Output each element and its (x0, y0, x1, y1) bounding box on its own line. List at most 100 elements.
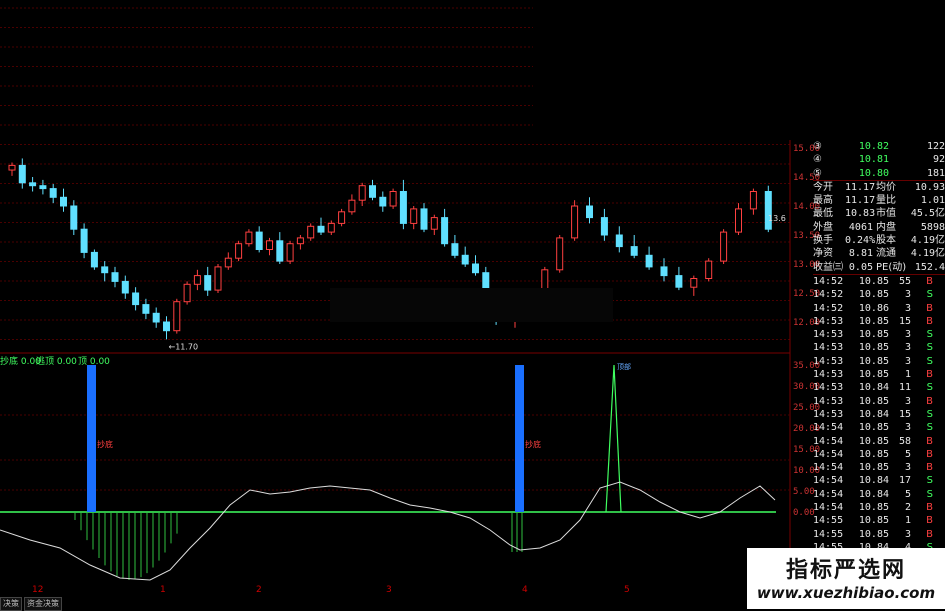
trade-flag (933, 368, 945, 381)
candle-body (163, 321, 170, 332)
trade-row: 14:53 10.85 3 S (813, 341, 945, 354)
trade-volume: 3 (904, 395, 911, 407)
candle-body (749, 191, 757, 210)
trade-flag (933, 461, 945, 474)
trade-side: B (926, 462, 933, 474)
trade-time: 14:54 (813, 435, 844, 447)
candle-body (735, 208, 742, 233)
trade-flag (933, 355, 945, 368)
trade-time: 14:54 (813, 475, 844, 487)
trade-row: 14:54 10.84 17 S (813, 474, 945, 487)
trade-row: 14:54 10.85 3 S (813, 421, 945, 434)
signal-bar (87, 365, 96, 512)
quote-key: 流通 (876, 248, 896, 260)
trade-time: 14:54 (813, 488, 844, 500)
trade-price: 10.85 (858, 395, 889, 407)
candle-body (60, 196, 67, 207)
quote-key: PE(动) (876, 261, 907, 273)
candle-body (255, 231, 263, 251)
candle-body (29, 182, 37, 187)
trade-flag (933, 435, 945, 448)
quote-value: 4061 (848, 221, 873, 233)
candle-body (600, 217, 608, 236)
trade-row: 14:52 10.86 3 B (813, 302, 945, 315)
trade-side: B (926, 369, 933, 381)
quote-panel: ③ 10.82 122 ④ 10.81 92 ⑤ 10.80 181 今开 11.17 均价 1… (813, 140, 945, 609)
candle-body (317, 225, 325, 233)
trade-price: 10.85 (858, 289, 889, 301)
quote-key: 收益㈢ (813, 261, 843, 273)
order-level-icon: ⑤ (813, 167, 822, 179)
candle-body (441, 217, 449, 245)
order-level-icon: ④ (813, 154, 822, 166)
order-volume: 92 (932, 154, 945, 166)
quote-info: 今开 11.17 均价 10.93 最高 11.17 量比 1.01 最低 10.83 市值 45.5… (813, 181, 945, 274)
candle-body (173, 301, 181, 332)
candle-body (70, 205, 78, 230)
trade-row: 14:54 10.85 58 B (813, 435, 945, 448)
trade-volume: 58 (898, 435, 911, 447)
candle-body (193, 275, 201, 285)
trade-side: S (926, 475, 933, 487)
quote-value: 4.19亿 (910, 235, 945, 247)
trade-side: B (926, 515, 933, 527)
candle-body (327, 222, 335, 233)
indicator-label-c: 顶 0.00 (78, 357, 110, 367)
candle-body (705, 260, 713, 280)
candle-body (101, 266, 109, 274)
quote-row: 今开 11.17 均价 10.93 (813, 181, 945, 194)
candle-body (399, 191, 407, 224)
candle-body (420, 208, 428, 230)
candle-body (556, 237, 564, 271)
quote-key: 净资 (813, 248, 833, 260)
trade-price: 10.85 (858, 462, 889, 474)
trade-volume: 3 (904, 528, 911, 540)
trade-volume: 15 (898, 315, 911, 327)
candle-body (461, 254, 469, 265)
trade-time: 14:54 (813, 422, 844, 434)
trade-side: B (926, 275, 933, 287)
trade-time: 14:53 (813, 408, 844, 420)
trade-volume: 55 (898, 275, 911, 287)
candle-body (571, 205, 579, 239)
order-book-row: ③ 10.82 122 (813, 140, 945, 153)
redacted-block-top (533, 0, 945, 140)
trade-volume: 5 (904, 448, 911, 460)
trade-price: 10.85 (858, 422, 889, 434)
quote-key: 外盘 (813, 221, 833, 233)
trade-time: 14:54 (813, 448, 844, 460)
trade-volume: 11 (898, 382, 911, 394)
quote-value: 8.81 (848, 248, 873, 260)
trade-flag (933, 528, 945, 541)
order-price: 10.81 (858, 154, 889, 166)
indicator-label-b: 逃顶 0.00 (36, 357, 77, 367)
trade-volume: 3 (904, 355, 911, 367)
trade-time: 14:52 (813, 289, 844, 301)
candle-body (8, 164, 16, 171)
candle-body (80, 228, 88, 253)
candle-body (720, 231, 728, 262)
trade-price: 10.84 (858, 475, 889, 487)
trade-row: 14:55 10.85 1 B (813, 514, 945, 527)
quote-value: 10.93 (914, 181, 945, 193)
trade-volume: 3 (904, 462, 911, 474)
candle-body (430, 217, 438, 230)
trade-price: 10.85 (858, 275, 889, 287)
candle-body (90, 251, 98, 268)
trade-row: 14:53 10.84 11 S (813, 381, 945, 394)
candle-body (132, 292, 140, 306)
quote-value: 152.4 (914, 261, 945, 273)
trade-side: S (926, 355, 933, 367)
trade-flag (933, 474, 945, 487)
x-tick-label: 2 (256, 585, 262, 595)
trade-time: 14:55 (813, 528, 844, 540)
quote-row: 最低 10.83 市值 45.5亿 (813, 207, 945, 220)
candle-body (224, 257, 232, 268)
trade-row: 14:52 10.85 55 B (813, 275, 945, 288)
x-tick-label: 12 (32, 585, 44, 595)
trade-price: 10.85 (858, 448, 889, 460)
trade-row: 14:53 10.85 3 S (813, 328, 945, 341)
order-book-row: ④ 10.81 92 (813, 153, 945, 166)
candle-body (49, 188, 57, 198)
